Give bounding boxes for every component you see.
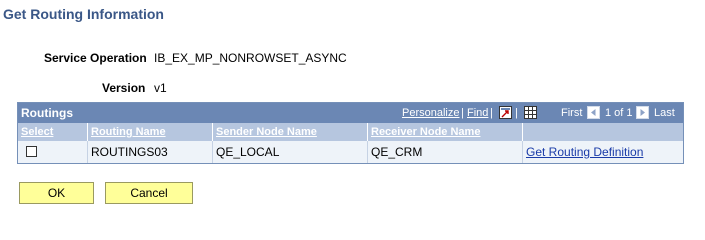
get-routing-definition-link[interactable]: Get Routing Definition	[526, 145, 643, 159]
personalize-link[interactable]: Personalize	[402, 107, 459, 119]
service-operation-value: IB_EX_MP_NONROWSET_ASYNC	[154, 51, 347, 65]
prev-arrow-icon[interactable]	[587, 106, 600, 119]
routing-name-cell: ROUTINGS03	[88, 141, 213, 163]
header-separator: |	[461, 107, 464, 119]
sender-node-cell: QE_LOCAL	[213, 141, 368, 163]
cancel-button[interactable]: Cancel	[105, 182, 193, 204]
action-cell: Get Routing Definition	[523, 141, 683, 163]
select-cell	[18, 141, 88, 163]
page-title: Get Routing Information	[3, 6, 164, 22]
receiver-node-cell: QE_CRM	[368, 141, 523, 163]
column-header-sender-node[interactable]: Sender Node Name	[213, 123, 368, 141]
next-arrow-icon[interactable]	[636, 106, 649, 119]
table-row: ROUTINGS03 QE_LOCAL QE_CRM Get Routing D…	[18, 141, 683, 163]
header-separator: |	[490, 107, 493, 119]
select-checkbox[interactable]	[26, 146, 37, 157]
ok-button[interactable]: OK	[19, 182, 94, 204]
column-header-action	[523, 123, 683, 141]
view-all-icon[interactable]	[524, 106, 537, 119]
column-header-receiver-node[interactable]: Receiver Node Name	[368, 123, 523, 141]
column-header-routing-name[interactable]: Routing Name	[88, 123, 213, 141]
grid-header: Routings Personalize | Find | | First 1 …	[18, 103, 683, 123]
routings-grid: Routings Personalize | Find | | First 1 …	[17, 102, 684, 164]
column-header-row: Select Routing Name Sender Node Name Rec…	[18, 123, 683, 141]
version-label: Version	[102, 81, 146, 95]
last-label: Last	[654, 107, 675, 119]
column-header-select[interactable]: Select	[18, 123, 88, 141]
first-label: First	[561, 107, 583, 119]
page-position: 1 of 1	[605, 107, 633, 119]
download-icon[interactable]	[499, 106, 512, 119]
grid-title: Routings	[21, 106, 73, 120]
service-operation-label: Service Operation	[44, 51, 147, 65]
header-separator: |	[515, 107, 518, 119]
version-value: v1	[154, 81, 167, 95]
find-link[interactable]: Find	[467, 107, 488, 119]
